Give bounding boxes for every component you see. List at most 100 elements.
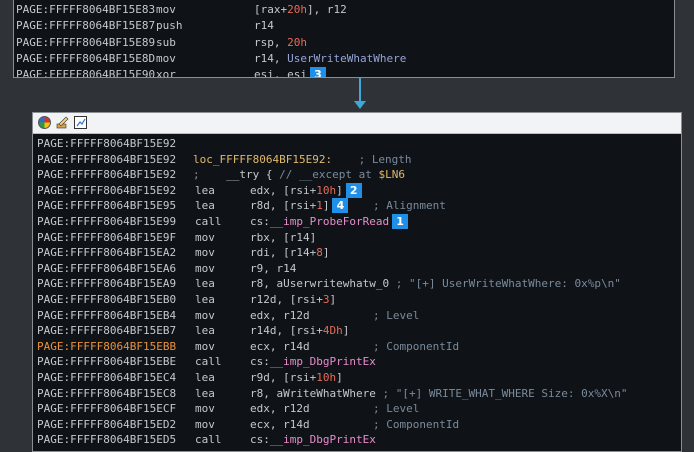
code-line[interactable]: PAGE:FFFFF8064BF15E9F mov rbx, [r14] — [33, 230, 681, 246]
code-line[interactable]: PAGE:FFFFF8064BF15E8D mov r14, UserWriteWh… — [14, 51, 674, 67]
operand-token: ] — [336, 370, 343, 384]
instruction-address[interactable]: PAGE:FFFFF8064BF15E83 — [16, 2, 155, 18]
instruction-address[interactable]: PAGE:FFFFF8064BF15EA6 — [37, 261, 176, 277]
instruction-address[interactable]: PAGE:FFFFF8064BF15E95 — [37, 198, 176, 214]
instruction-address[interactable]: PAGE:FFFFF8064BF15E92 — [37, 167, 176, 183]
code-line[interactable]: PAGE:FFFFF8064BF15EB4 mov edx, r12d ; Level — [33, 308, 681, 324]
instruction-comment: ; Alignment — [373, 199, 446, 213]
instruction-address[interactable]: PAGE:FFFFF8064BF15EA2 — [37, 245, 176, 261]
edit-node-icon[interactable] — [56, 116, 69, 129]
code-line[interactable]: PAGE:FFFFF8064BF15EC4 lea r9d, [rsi+10h] — [33, 370, 681, 386]
code-line[interactable]: PAGE:FFFFF8064BF15EC8 lea r8, aWriteWhatWh… — [33, 386, 681, 402]
instruction-mnemonic: mov — [195, 230, 215, 244]
operand-token[interactable]: __imp_ProbeForRead — [270, 215, 389, 228]
instruction-address[interactable]: PAGE:FFFFF8064BF15EC8 — [37, 386, 176, 402]
instruction-address[interactable]: PAGE:FFFFF8064BF15E92 — [37, 183, 176, 199]
code-line[interactable]: PAGE:FFFFF8064BF15E89 sub rsp, 20h — [14, 35, 674, 51]
instruction-address[interactable]: PAGE:FFFFF8064BF15EBB — [37, 339, 176, 355]
color-palette-icon[interactable] — [38, 116, 51, 129]
code-line[interactable]: PAGE:FFFFF8064BF15ED5 call cs:__imp_DbgPri… — [33, 432, 681, 448]
operand-token: ] — [322, 199, 330, 213]
operand-token[interactable]: aUserwritewhatw_0 — [277, 277, 390, 290]
flow-arrow-icon — [354, 101, 366, 109]
instruction-address[interactable]: PAGE:FFFFF8064BF15EB0 — [37, 292, 176, 308]
instruction-operands: r14d, [rsi+4Dh] — [250, 323, 349, 339]
instruction-address[interactable]: PAGE:FFFFF8064BF15EDB — [37, 448, 176, 451]
operand-token: 20h — [287, 3, 307, 16]
operand-token: ; Length — [332, 152, 412, 166]
code-line[interactable]: PAGE:FFFFF8064BF15EBB mov ecx, r14d ; Compo… — [33, 339, 681, 355]
operand-token: r9, r14 — [250, 261, 297, 275]
code-line[interactable]: PAGE:FFFFF8064BF15E87 push r14 — [14, 18, 674, 34]
operand-token[interactable]: __imp_DbgPrintEx — [270, 433, 376, 446]
operand-token: ], r12 — [307, 3, 347, 16]
instruction-address[interactable]: PAGE:FFFFF8064BF15E90 — [16, 67, 155, 77]
instruction-operands: rdi, [r14+8] — [250, 245, 329, 261]
instruction-address[interactable]: PAGE:FFFFF8064BF15E87 — [16, 18, 155, 34]
instruction-mnemonic: lea — [195, 277, 215, 291]
code-line[interactable]: PAGE:FFFFF8064BF15ECF mov edx, r12d ; Level — [33, 401, 681, 417]
operand-token: 1 — [316, 199, 323, 213]
code-line[interactable]: PAGE:FFFFF8064BF15E92 loc_FFFFF8064BF15E9… — [33, 152, 681, 168]
code-line[interactable]: PAGE:FFFFF8064BF15E90 xor esi, esi 3 — [14, 67, 674, 77]
code-line[interactable]: PAGE:FFFFF8064BF15EBE call cs:__imp_DbgPri… — [33, 354, 681, 370]
operand-token: r8, — [250, 277, 277, 291]
instruction-address[interactable]: PAGE:FFFFF8064BF15ED2 — [37, 417, 176, 433]
instruction-address[interactable]: PAGE:FFFFF8064BF15E92 — [37, 136, 176, 152]
instruction-operands: loc_FFFFF8064BF15E92: ; Length — [193, 152, 412, 168]
code-line[interactable]: PAGE:FFFFF8064BF15E95 lea r8d, [rsi+1] 4 ; A… — [33, 198, 681, 214]
instruction-address[interactable]: PAGE:FFFFF8064BF15E89 — [16, 35, 155, 51]
code-line[interactable]: PAGE:FFFFF8064BF15E99 call cs:__imp_ProbeF… — [33, 213, 681, 230]
operand-token: r8, — [250, 386, 277, 400]
instruction-address[interactable]: PAGE:FFFFF8064BF15EB4 — [37, 308, 176, 324]
instruction-operands: cs:__imp_DbgPrintEx — [250, 432, 376, 448]
operand-token: [rax+ — [254, 3, 288, 16]
instruction-address[interactable]: PAGE:FFFFF8064BF15EB7 — [37, 323, 176, 339]
instruction-operands: edx, r12d — [250, 308, 310, 324]
instruction-address[interactable]: PAGE:FFFFF8064BF15E99 — [37, 214, 176, 230]
graph-overview-icon[interactable] — [74, 116, 87, 129]
code-line[interactable]: PAGE:FFFFF8064BF15EA2 mov rdi, [r14+8] — [33, 245, 681, 261]
instruction-address[interactable]: PAGE:FFFFF8064BF15EC4 — [37, 370, 176, 386]
operand-token: 10h — [316, 183, 337, 197]
instruction-operands: esi, esi 3 — [254, 67, 326, 77]
code-line[interactable]: PAGE:FFFFF8064BF15E92; __try { // __exce… — [33, 167, 681, 183]
code-line[interactable]: PAGE:FFFFF8064BF15EB0 lea r12d, [rsi+3] — [33, 292, 681, 308]
instruction-operands: cs:__imp_ProbeForRead 1 — [250, 213, 409, 230]
code-line[interactable]: PAGE:FFFFF8064BF15E92 lea edx, [rsi+10h] 2 — [33, 182, 681, 199]
instruction-address[interactable]: PAGE:FFFFF8064BF15ED5 — [37, 432, 176, 448]
operand-token[interactable]: UserWriteWhatWhere — [287, 52, 406, 65]
code-line[interactable]: PAGE:FFFFF8064BF15ED2 mov ecx, r14d ; Compo… — [33, 417, 681, 433]
operand-token: ; — [193, 168, 227, 182]
instruction-list-top: PAGE:FFFFF8064BF15E83 mov [rax+20h], r12 PA… — [14, 2, 674, 77]
instruction-address[interactable]: PAGE:FFFFF8064BF15EBE — [37, 354, 176, 370]
code-line[interactable]: PAGE:FFFFF8064BF15EA9 lea r8, aUserwritewh… — [33, 276, 681, 292]
instruction-address[interactable]: PAGE:FFFFF8064BF15E92 — [37, 152, 176, 168]
code-line[interactable]: PAGE:FFFFF8064BF15E92 — [33, 136, 681, 152]
instruction-operands: [rax+20h], r12 — [254, 2, 347, 18]
instruction-mnemonic: mov — [156, 3, 176, 16]
instruction-mnemonic: lea — [195, 183, 215, 197]
operand-token: ecx, r14d — [250, 417, 310, 431]
operand-token: 20h — [287, 35, 307, 49]
instruction-operands: r8, aWriteWhatWhere ; "[+] WRITE_WHAT_WH… — [250, 386, 628, 402]
code-line[interactable]: PAGE:FFFFF8064BF15EB7 lea r14d, [rsi+4Dh] — [33, 323, 681, 339]
instruction-mnemonic: mov — [195, 417, 215, 431]
instruction-mnemonic: lea — [195, 292, 215, 306]
instruction-operands: r9, r14 — [250, 261, 296, 277]
operand-token[interactable]: $LN6 — [378, 168, 405, 181]
code-line[interactable]: PAGE:FFFFF8064BF15E83 mov [rax+20h], r12 — [14, 2, 674, 18]
operand-token[interactable]: aWriteWhatWhere — [277, 387, 376, 400]
operand-token[interactable]: __imp_DbgPrintEx — [270, 355, 376, 368]
step-badge: 4 — [332, 198, 349, 214]
instruction-operands: r14, UserWriteWhatWhere — [254, 51, 406, 67]
instruction-comment: ; Level — [373, 402, 420, 416]
code-line[interactable]: PAGE:FFFFF8064BF15EA6 mov r9, r14 — [33, 261, 681, 277]
instruction-address[interactable]: PAGE:FFFFF8064BF15EA9 — [37, 276, 176, 292]
instruction-operands: r12d, [rsi+3] — [250, 292, 336, 308]
instruction-address[interactable]: PAGE:FFFFF8064BF15ECF — [37, 401, 176, 417]
code-line[interactable]: PAGE:FFFFF8064BF15EDB mov r9, rbx — [33, 448, 681, 451]
instruction-address[interactable]: PAGE:FFFFF8064BF15E9F — [37, 230, 176, 246]
operand-token[interactable]: loc_FFFFF8064BF15E92: — [193, 153, 332, 166]
instruction-address[interactable]: PAGE:FFFFF8064BF15E8D — [16, 51, 155, 67]
